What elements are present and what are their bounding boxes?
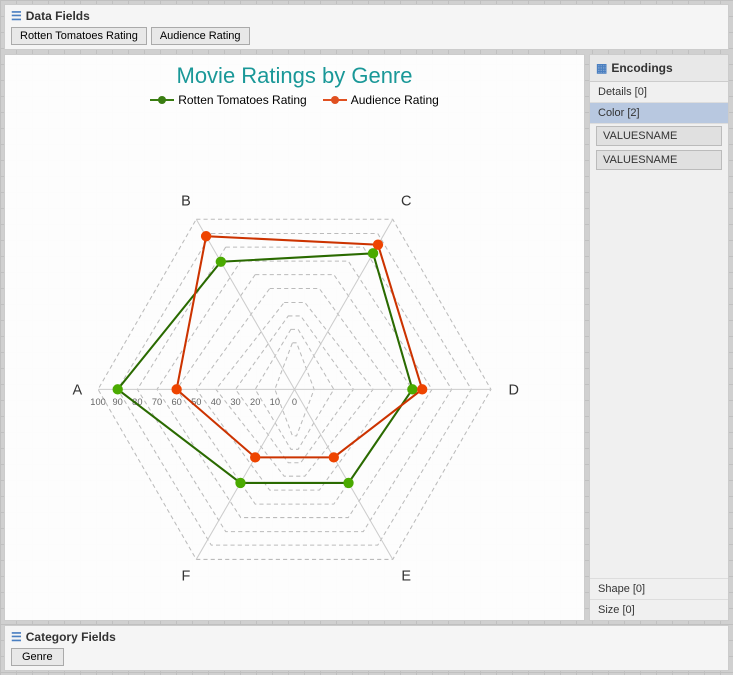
dot-orange-c	[373, 240, 383, 250]
dot-orange-d	[417, 384, 427, 394]
data-fields-header: ☰ Data Fields	[11, 9, 722, 23]
main-container: ☰ Data Fields Rotten Tomatoes Rating Aud…	[0, 0, 733, 675]
scale-100: 100	[90, 397, 106, 407]
encodings-title: Encodings	[611, 61, 672, 75]
dot-green-b	[216, 257, 226, 267]
scale-70: 70	[152, 397, 162, 407]
scale-40: 40	[211, 397, 221, 407]
legend-label-audience: Audience Rating	[351, 93, 439, 107]
enc-valuesname-2[interactable]: VALUESNAME	[596, 150, 722, 170]
axis-label-c: C	[401, 193, 411, 209]
legend-label-rotten: Rotten Tomatoes Rating	[178, 93, 307, 107]
legend-line-orange	[323, 99, 347, 101]
chart-legend: Rotten Tomatoes Rating Audience Rating	[150, 93, 439, 107]
enc-spacer	[590, 172, 728, 578]
category-tags: Genre	[11, 648, 722, 666]
dot-orange-f	[250, 452, 260, 462]
encodings-panel: ▦ Encodings Details [0] Color [2] VALUES…	[589, 54, 729, 621]
radar-chart-svg: .grid-line { fill: none; stroke: #bbb; s…	[5, 107, 584, 620]
category-fields-icon: ☰	[11, 630, 22, 644]
axis-f	[196, 389, 294, 559]
axis-b	[196, 219, 294, 389]
dot-orange-e	[329, 452, 339, 462]
dot-green-f	[235, 478, 245, 488]
scale-0: 0	[292, 397, 297, 407]
encodings-icon: ▦	[596, 61, 607, 75]
axis-e	[295, 389, 393, 559]
scale-90: 90	[113, 397, 123, 407]
scale-60: 60	[171, 397, 181, 407]
tag-audience-rating[interactable]: Audience Rating	[151, 27, 250, 45]
legend-item-audience: Audience Rating	[323, 93, 439, 107]
dot-green-a	[113, 384, 123, 394]
chart-title: Movie Ratings by Genre	[177, 63, 413, 89]
axis-label-b: B	[181, 193, 191, 209]
axis-label-f: F	[182, 569, 191, 585]
scale-10: 10	[270, 397, 280, 407]
dot-orange-b	[201, 231, 211, 241]
chart-container: Movie Ratings by Genre Rotten Tomatoes R…	[4, 54, 585, 621]
chart-svg-area: .grid-line { fill: none; stroke: #bbb; s…	[5, 107, 584, 620]
scale-20: 20	[250, 397, 260, 407]
data-fields-tags: Rotten Tomatoes Rating Audience Rating	[11, 27, 722, 45]
dot-green-e	[343, 478, 353, 488]
dot-orange-a	[171, 384, 181, 394]
data-fields-title: Data Fields	[26, 9, 90, 23]
legend-item-rotten: Rotten Tomatoes Rating	[150, 93, 307, 107]
axis-label-e: E	[401, 569, 411, 585]
data-fields-panel: ☰ Data Fields Rotten Tomatoes Rating Aud…	[4, 4, 729, 50]
encodings-header: ▦ Encodings	[590, 55, 728, 82]
enc-valuesname-1[interactable]: VALUESNAME	[596, 126, 722, 146]
data-fields-icon: ☰	[11, 9, 22, 23]
axis-label-d: D	[508, 383, 518, 399]
enc-color[interactable]: Color [2]	[590, 103, 728, 124]
enc-shape[interactable]: Shape [0]	[590, 578, 728, 599]
category-fields-title: Category Fields	[26, 630, 116, 644]
scale-30: 30	[230, 397, 240, 407]
tag-genre[interactable]: Genre	[11, 648, 64, 666]
tag-rotten-tomatoes[interactable]: Rotten Tomatoes Rating	[11, 27, 147, 45]
legend-line-green	[150, 99, 174, 101]
category-fields-panel: ☰ Category Fields Genre	[4, 625, 729, 671]
enc-size[interactable]: Size [0]	[590, 599, 728, 620]
enc-details[interactable]: Details [0]	[590, 82, 728, 103]
series-green-polygon	[118, 253, 413, 483]
axis-label-a: A	[73, 383, 83, 399]
middle-area: Movie Ratings by Genre Rotten Tomatoes R…	[4, 54, 729, 621]
category-fields-header: ☰ Category Fields	[11, 630, 722, 644]
